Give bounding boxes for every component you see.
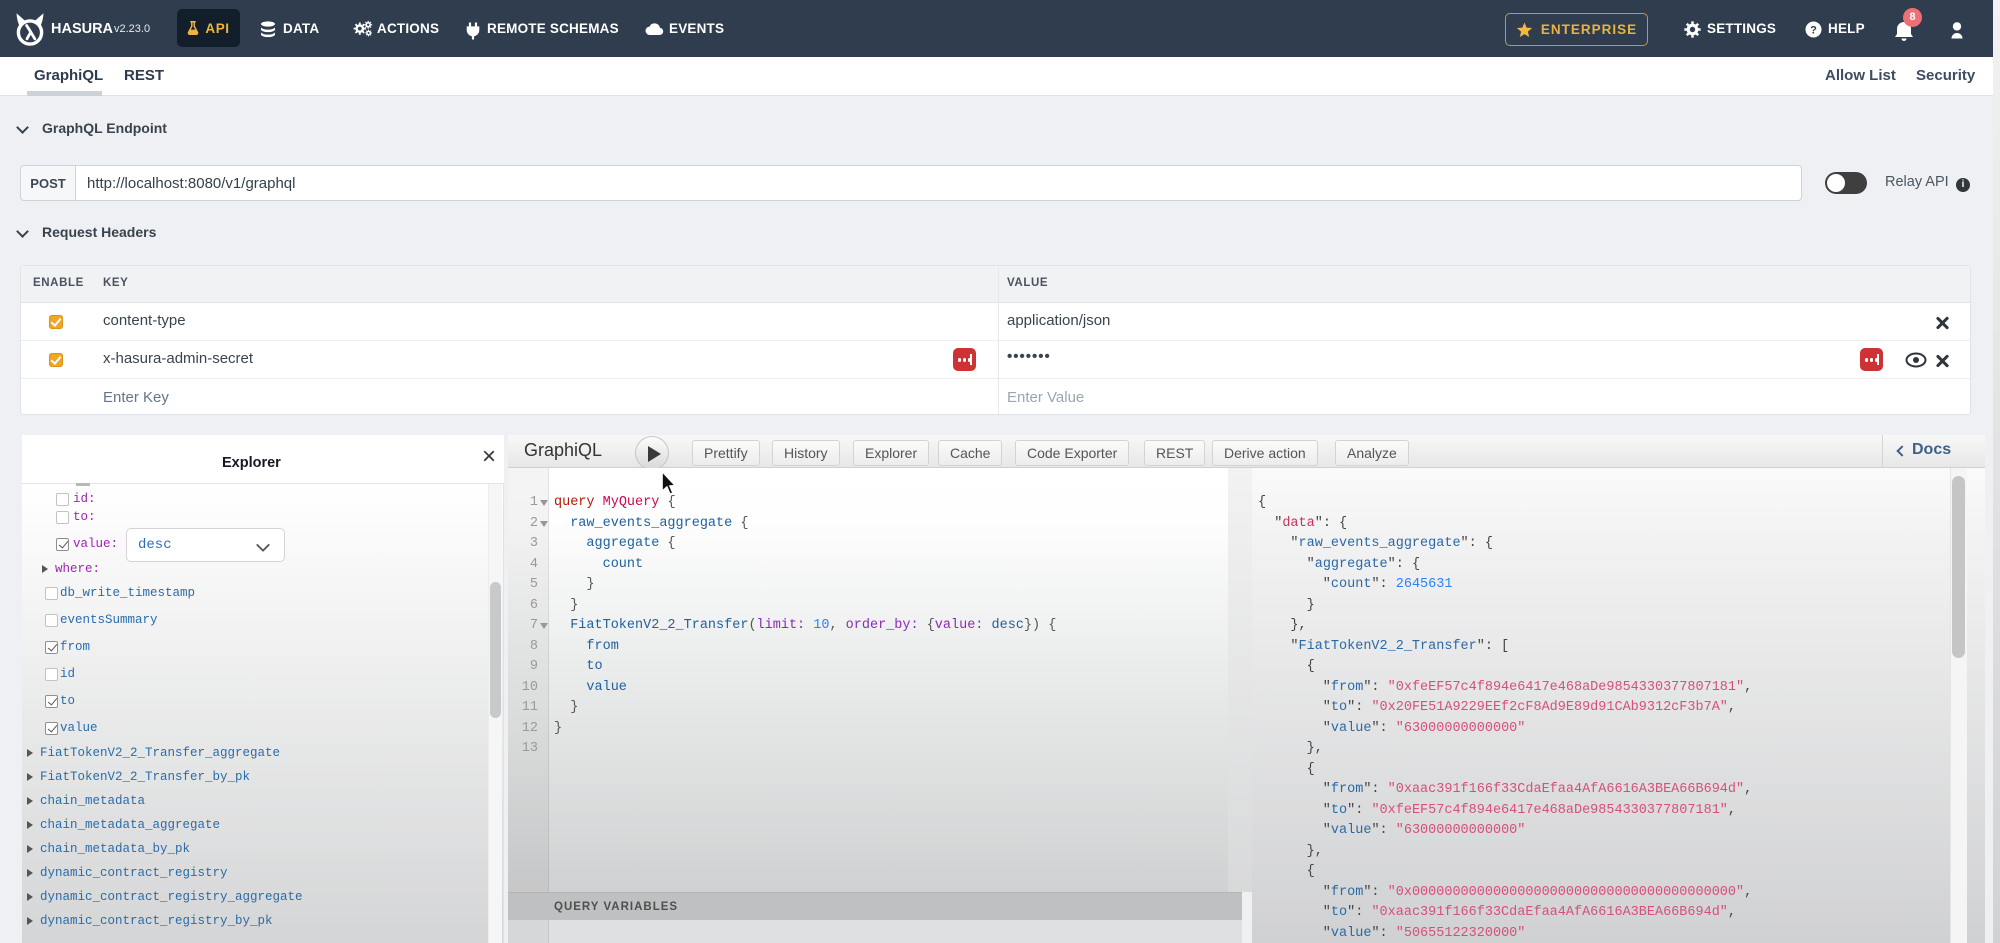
svg-text:?: ? [1810,25,1817,37]
